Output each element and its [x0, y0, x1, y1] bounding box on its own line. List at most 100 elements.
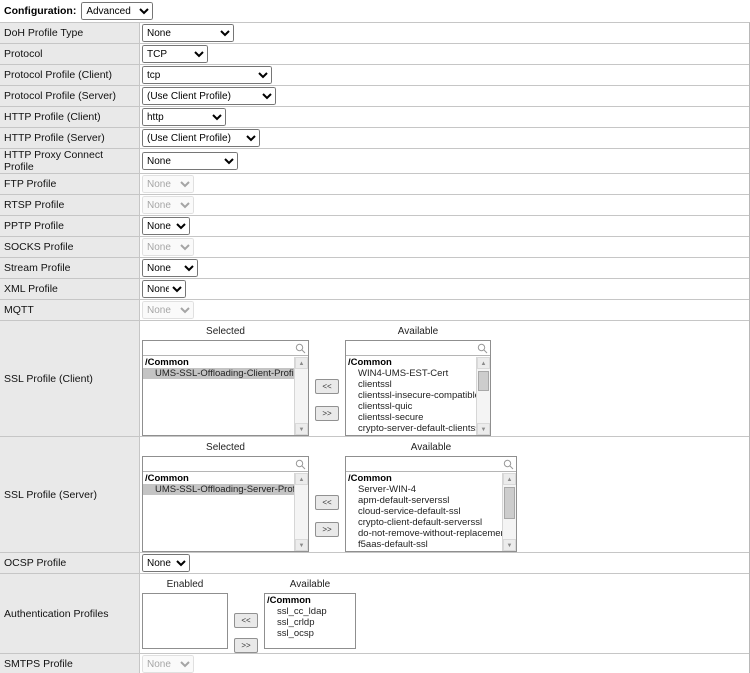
row-ssl-profile-client: SSL Profile (Client) Selected /Common UM… — [0, 321, 749, 437]
ssl-client-move-to-available-button[interactable]: >> — [315, 406, 339, 421]
protocol-profile-client-select[interactable]: tcp — [142, 66, 272, 84]
row-ocsp-profile: OCSP Profile None — [0, 553, 749, 574]
search-icon — [295, 459, 306, 470]
scrollbar[interactable]: ▲ ▼ — [476, 357, 490, 435]
ssl-server-move-to-available-button[interactable]: >> — [315, 522, 339, 537]
row-label: SOCKS Profile — [0, 237, 140, 257]
scrollbar[interactable]: ▲ ▼ — [294, 357, 308, 435]
list-item[interactable]: ssl_ocsp — [265, 628, 355, 639]
ocsp-profile-select[interactable]: None — [142, 554, 190, 572]
list-item[interactable]: WIN4-UMS-EST-Cert — [346, 368, 490, 379]
folder-group-label: /Common — [143, 357, 308, 368]
ssl-server-move-to-selected-button[interactable]: << — [315, 495, 339, 510]
scroll-up-icon[interactable]: ▲ — [503, 473, 516, 485]
row-http-profile-client: HTTP Profile (Client) http — [0, 107, 749, 128]
available-header: Available — [264, 578, 356, 593]
configuration-label: Configuration: — [4, 5, 76, 17]
ssl-server-available-search-input[interactable] — [346, 460, 516, 474]
smtps-profile-select: None — [142, 655, 194, 673]
scroll-up-icon[interactable]: ▲ — [295, 357, 308, 369]
list-item[interactable]: apm-default-serverssl — [346, 495, 516, 506]
scroll-thumb[interactable] — [478, 371, 489, 391]
scroll-up-icon[interactable]: ▲ — [477, 357, 490, 369]
configuration-mode-select[interactable]: Advanced — [81, 2, 153, 20]
scroll-down-icon[interactable]: ▼ — [295, 423, 308, 435]
row-rtsp-profile: RTSP Profile None — [0, 195, 749, 216]
protocol-select[interactable]: TCP — [142, 45, 208, 63]
scroll-thumb[interactable] — [504, 487, 515, 519]
row-label: Stream Profile — [0, 258, 140, 278]
list-item[interactable]: crypto-client-default-serverssl — [346, 517, 516, 528]
folder-group-label: /Common — [346, 473, 516, 484]
row-label: HTTP Proxy Connect Profile — [0, 149, 140, 173]
http-profile-client-select[interactable]: http — [142, 108, 226, 126]
ssl-client-available-search-input[interactable] — [346, 344, 490, 358]
ssl-server-selected-box: /Common UMS-SSL-Offloading-Server-Profil… — [142, 456, 309, 552]
ssl-server-selected-search-input[interactable] — [143, 460, 308, 474]
socks-profile-select: None — [142, 238, 194, 256]
ssl-client-selected-search-input[interactable] — [143, 344, 308, 358]
doh-profile-type-select[interactable]: None — [142, 24, 234, 42]
row-pptp-profile: PPTP Profile None — [0, 216, 749, 237]
scroll-up-icon[interactable]: ▲ — [295, 473, 308, 485]
selected-header: Selected — [142, 325, 309, 340]
pptp-profile-select[interactable]: None — [142, 217, 190, 235]
scrollbar[interactable]: ▲ ▼ — [294, 473, 308, 551]
list-item[interactable]: do-not-remove-without-replacement — [346, 528, 516, 539]
row-label: SSL Profile (Server) — [0, 437, 140, 552]
auth-enabled-box[interactable] — [142, 593, 228, 649]
list-item[interactable]: clientssl-insecure-compatible — [346, 390, 490, 401]
search-icon — [503, 459, 514, 470]
enabled-header: Enabled — [142, 578, 228, 593]
row-ssl-profile-server: SSL Profile (Server) Selected /Common UM… — [0, 437, 749, 553]
list-item[interactable]: UMS-SSL-Offloading-Server-Profile — [143, 484, 308, 495]
list-item[interactable]: UMS-SSL-Offloading-Client-Profile — [143, 368, 308, 379]
auth-move-to-enabled-button[interactable]: << — [234, 613, 258, 628]
row-label: HTTP Profile (Server) — [0, 128, 140, 148]
row-label: Protocol — [0, 44, 140, 64]
protocol-profile-server-select[interactable]: (Use Client Profile) — [142, 87, 276, 105]
scroll-down-icon[interactable]: ▼ — [295, 539, 308, 551]
list-item[interactable]: clientssl — [346, 379, 490, 390]
ssl-server-available-box: /Common Server-WIN-4 apm-default-servers… — [345, 456, 517, 552]
ftp-profile-select: None — [142, 175, 194, 193]
scrollbar[interactable]: ▲ ▼ — [502, 473, 516, 551]
folder-group-label: /Common — [265, 595, 355, 606]
auth-duallist: Enabled << >> Available /Common ss — [142, 578, 749, 661]
list-item[interactable]: clientssl-quic — [346, 401, 490, 412]
row-authentication-profiles: Authentication Profiles Enabled << >> Av… — [0, 574, 749, 654]
row-protocol: Protocol TCP — [0, 44, 749, 65]
list-item[interactable]: Server-WIN-4 — [346, 484, 516, 495]
http-proxy-connect-profile-select[interactable]: None — [142, 152, 238, 170]
row-mqtt: MQTT None — [0, 300, 749, 321]
list-item[interactable]: clientssl-secure — [346, 412, 490, 423]
ssl-client-move-to-selected-button[interactable]: << — [315, 379, 339, 394]
list-item[interactable]: cloud-service-default-ssl — [346, 506, 516, 517]
row-label: SMTPS Profile — [0, 654, 140, 673]
scroll-down-icon[interactable]: ▼ — [503, 539, 516, 551]
stream-profile-select[interactable]: None — [142, 259, 198, 277]
ssl-server-duallist: Selected /Common UMS-SSL-Offloading-Serv… — [142, 441, 749, 564]
row-label: XML Profile — [0, 279, 140, 299]
configuration-table: DoH Profile Type None Protocol TCP Proto… — [0, 22, 750, 673]
list-item[interactable]: ssl_crldp — [265, 617, 355, 628]
rtsp-profile-select: None — [142, 196, 194, 214]
ssl-client-available-box: /Common WIN4-UMS-EST-Cert clientssl clie… — [345, 340, 491, 436]
folder-group-label: /Common — [346, 357, 490, 368]
row-label: Protocol Profile (Server) — [0, 86, 140, 106]
search-icon — [295, 343, 306, 354]
ssl-client-duallist: Selected /Common UMS-SSL-Offloading-Clie… — [142, 325, 749, 448]
row-xml-profile: XML Profile None — [0, 279, 749, 300]
auth-move-to-available-button[interactable]: >> — [234, 638, 258, 653]
row-socks-profile: SOCKS Profile None — [0, 237, 749, 258]
xml-profile-select[interactable]: None — [142, 280, 186, 298]
list-item[interactable]: ssl_cc_ldap — [265, 606, 355, 617]
list-item[interactable]: f5aas-default-ssl — [346, 539, 516, 550]
row-label: MQTT — [0, 300, 140, 320]
scroll-down-icon[interactable]: ▼ — [477, 423, 490, 435]
mqtt-profile-select: None — [142, 301, 194, 319]
row-doh-profile-type: DoH Profile Type None — [0, 23, 749, 44]
row-label: Protocol Profile (Client) — [0, 65, 140, 85]
http-profile-server-select[interactable]: (Use Client Profile) — [142, 129, 260, 147]
list-item[interactable]: crypto-server-default-clientssl — [346, 423, 490, 434]
